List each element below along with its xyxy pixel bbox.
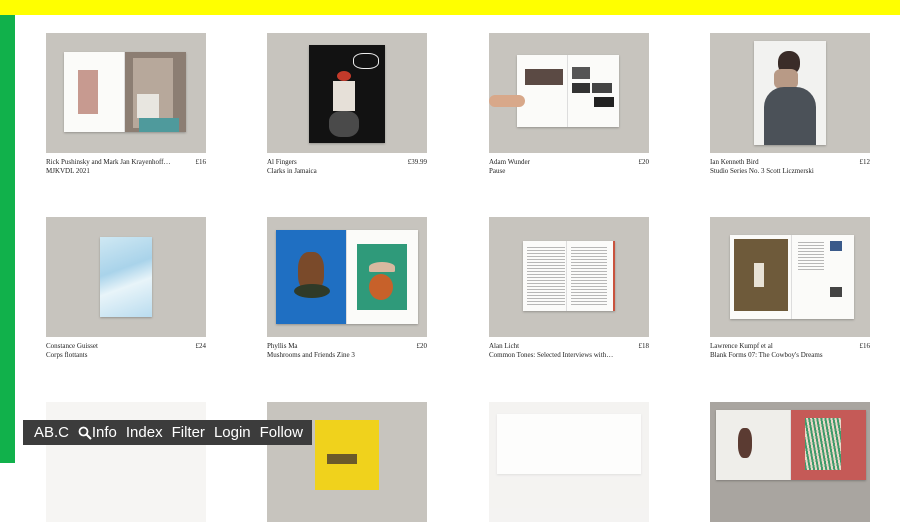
product-title[interactable]: MJKVDL 2021	[46, 167, 171, 176]
product-price: £16	[195, 158, 207, 166]
product-author[interactable]: Adam Wunder	[489, 158, 614, 167]
site-logo[interactable]: AB.C	[34, 424, 69, 441]
book-spread	[716, 410, 866, 480]
product-grid: Rick Pushinsky and Mark Jan Krayenhoff v…	[15, 15, 900, 522]
product-author[interactable]: Alan Licht	[489, 342, 614, 351]
product-image[interactable]	[267, 217, 427, 337]
product-price: £12	[859, 158, 871, 166]
search-icon[interactable]	[78, 426, 92, 440]
book-cover	[309, 45, 385, 143]
nav-login[interactable]: Login	[214, 424, 251, 441]
product-title[interactable]: Corps flottants	[46, 351, 171, 360]
book-spread	[64, 52, 186, 132]
product-author[interactable]: Rick Pushinsky and Mark Jan Krayenhoff v…	[46, 158, 171, 167]
product-author[interactable]: Al Fingers	[267, 158, 392, 167]
product-image[interactable]	[489, 33, 649, 153]
book-spread	[730, 235, 854, 319]
product-image[interactable]	[710, 402, 870, 522]
bottom-nav-bar: AB.C Info Index Filter Login Follow	[23, 420, 312, 445]
hand	[489, 95, 525, 107]
product-price: £16	[859, 342, 871, 350]
product-author[interactable]: Constance Guisset	[46, 342, 171, 351]
product-image[interactable]	[710, 33, 870, 153]
product-price: £18	[638, 342, 650, 350]
book-spread	[517, 55, 619, 127]
product-price: £20	[416, 342, 428, 350]
product-image[interactable]	[46, 217, 206, 337]
product-image[interactable]	[489, 217, 649, 337]
nav-index[interactable]: Index	[126, 424, 163, 441]
nav-follow[interactable]: Follow	[260, 424, 303, 441]
product-card[interactable]: Constance Guisset Corps flottants £24	[46, 217, 206, 364]
product-image[interactable]	[710, 217, 870, 337]
side-accent-bar	[0, 15, 15, 463]
product-card[interactable]: Ian Kenneth Bird Studio Series No. 3 Sco…	[710, 33, 870, 180]
product-card[interactable]: Alan Licht Common Tones: Selected Interv…	[489, 217, 649, 364]
product-title[interactable]: Pause	[489, 167, 614, 176]
product-title[interactable]: Clarks in Jamaica	[267, 167, 392, 176]
product-price: £20	[638, 158, 650, 166]
product-image[interactable]	[489, 402, 649, 522]
book-spread	[523, 241, 615, 311]
nav-info[interactable]: Info	[92, 424, 117, 441]
product-card[interactable]: Phyllis Ma Mushrooms and Friends Zine 3 …	[267, 217, 427, 364]
product-card[interactable]: Rick Pushinsky and Mark Jan Krayenhoff v…	[46, 33, 206, 180]
nav-filter[interactable]: Filter	[172, 424, 205, 441]
product-title[interactable]: Mushrooms and Friends Zine 3	[267, 351, 392, 360]
book-cover	[754, 41, 826, 145]
product-card[interactable]	[489, 402, 649, 522]
book-spread	[276, 230, 418, 324]
product-price: £24	[195, 342, 207, 350]
product-title[interactable]: Studio Series No. 3 Scott Liczmerski	[710, 167, 835, 176]
product-image[interactable]	[267, 33, 427, 153]
product-card[interactable]: Adam Wunder Pause £20	[489, 33, 649, 180]
product-title[interactable]: Blank Forms 07: The Cowboy's Dreams	[710, 351, 835, 360]
book-cover	[100, 237, 152, 317]
product-price: £39.99	[407, 158, 427, 166]
product-card[interactable]: Al Fingers Clarks in Jamaica £39.99	[267, 33, 427, 180]
book-cover	[315, 420, 379, 490]
product-card[interactable]: Lawrence Kumpf et al Blank Forms 07: The…	[710, 217, 870, 364]
product-author[interactable]: Lawrence Kumpf et al	[710, 342, 835, 351]
top-accent-bar	[0, 0, 900, 15]
product-card[interactable]	[710, 402, 870, 522]
product-title[interactable]: Common Tones: Selected Interviews with A…	[489, 351, 614, 360]
product-image[interactable]	[46, 33, 206, 153]
product-author[interactable]: Ian Kenneth Bird	[710, 158, 835, 167]
product-author[interactable]: Phyllis Ma	[267, 342, 392, 351]
